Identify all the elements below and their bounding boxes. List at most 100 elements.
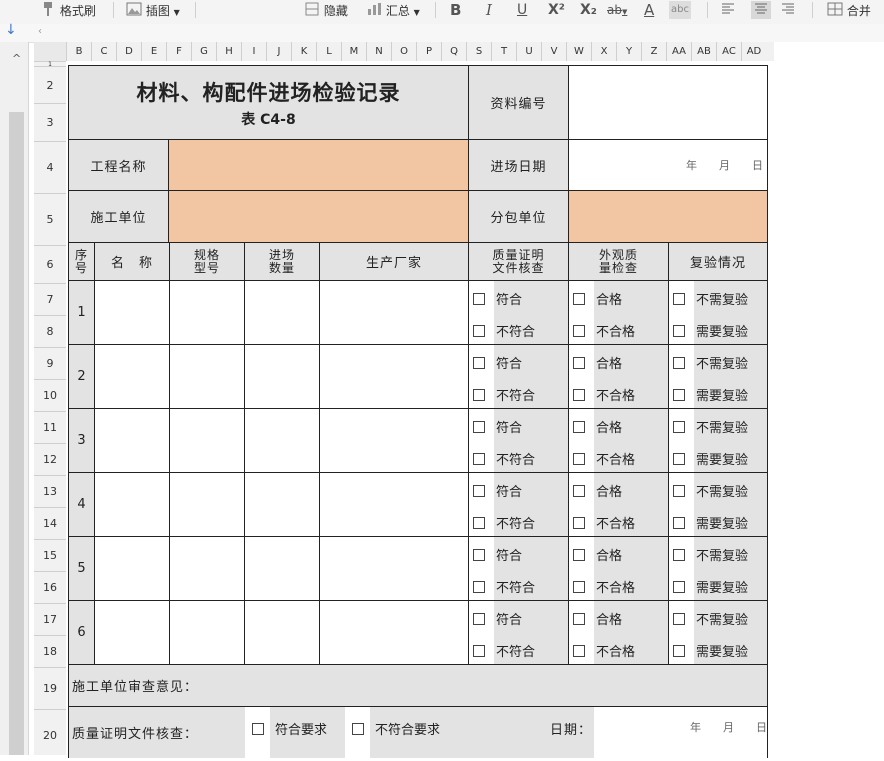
column-header[interactable]: J xyxy=(266,42,291,61)
retest-option[interactable]: 不需复验 xyxy=(673,417,748,436)
item-number[interactable]: 5 xyxy=(68,536,95,601)
checkbox[interactable] xyxy=(573,388,585,401)
appearance-option[interactable]: 合格 xyxy=(573,353,622,372)
row-header[interactable]: 11 xyxy=(34,411,66,443)
row-header[interactable]: 5 xyxy=(34,193,66,245)
appearance-option[interactable]: 合格 xyxy=(573,609,622,628)
item-qty-cell[interactable] xyxy=(244,408,320,473)
column-header[interactable]: Z xyxy=(641,42,666,61)
item-name-cell[interactable] xyxy=(94,536,170,601)
item-spec-cell[interactable] xyxy=(169,600,245,665)
checkbox[interactable] xyxy=(673,644,685,657)
checkbox[interactable] xyxy=(573,484,585,497)
column-header[interactable]: E xyxy=(141,42,166,61)
retest-option[interactable]: 需要复验 xyxy=(673,321,748,340)
appearance-option[interactable]: 不合格 xyxy=(573,641,635,660)
quality-doc-option[interactable]: 符合 xyxy=(473,481,522,500)
item-maker-cell[interactable] xyxy=(319,472,469,537)
insert-picture-button[interactable]: 插图 ▼ xyxy=(126,1,180,19)
checkbox[interactable] xyxy=(473,388,485,401)
item-qty-cell[interactable] xyxy=(244,472,320,537)
item-spec-cell[interactable] xyxy=(169,536,245,601)
checkbox[interactable] xyxy=(473,324,485,337)
checkbox[interactable] xyxy=(573,548,585,561)
checkbox[interactable] xyxy=(673,580,685,593)
item-spec-cell[interactable] xyxy=(169,472,245,537)
retest-option[interactable]: 需要复验 xyxy=(673,513,748,532)
checkbox[interactable] xyxy=(473,452,485,465)
checkbox[interactable] xyxy=(573,356,585,369)
row-header[interactable]: 15 xyxy=(34,539,66,571)
constructor-label[interactable]: 施工单位 xyxy=(68,190,169,243)
item-spec-cell[interactable] xyxy=(169,344,245,409)
header-spec[interactable]: 规格型号 xyxy=(169,242,245,281)
item-name-cell[interactable] xyxy=(94,408,170,473)
font-color-button[interactable]: A xyxy=(644,1,654,19)
arrow-down-icon[interactable]: ↓ xyxy=(5,22,17,38)
item-name-cell[interactable] xyxy=(94,472,170,537)
align-right-button[interactable] xyxy=(781,1,795,19)
retest-option[interactable]: 不需复验 xyxy=(673,545,748,564)
column-header[interactable]: T xyxy=(491,42,516,61)
checkbox[interactable] xyxy=(573,452,585,465)
constructor-value[interactable] xyxy=(168,190,469,243)
align-center-button[interactable] xyxy=(751,1,771,19)
format-painter-button[interactable]: 格式刷 xyxy=(40,1,96,19)
checkbox[interactable] xyxy=(573,324,585,337)
checkbox[interactable] xyxy=(473,420,485,433)
checkbox[interactable] xyxy=(473,580,485,593)
row-header[interactable]: 18 xyxy=(34,635,66,667)
item-maker-cell[interactable] xyxy=(319,536,469,601)
appearance-option[interactable]: 不合格 xyxy=(573,577,635,596)
item-maker-cell[interactable] xyxy=(319,600,469,665)
item-qty-cell[interactable] xyxy=(244,344,320,409)
item-qty-cell[interactable] xyxy=(244,280,320,345)
subcontractor-label[interactable]: 分包单位 xyxy=(468,190,569,243)
row-header[interactable]: 6 xyxy=(34,245,66,283)
retest-option[interactable]: 需要复验 xyxy=(673,577,748,596)
quality-doc-option[interactable]: 不符合 xyxy=(473,513,535,532)
retest-option[interactable]: 需要复验 xyxy=(673,385,748,404)
entry-date-label[interactable]: 进场日期 xyxy=(468,139,569,191)
checkbox[interactable] xyxy=(352,722,364,735)
align-left-button[interactable] xyxy=(721,1,735,19)
italic-button[interactable]: I xyxy=(486,1,492,19)
quality-doc-option[interactable]: 不符合 xyxy=(473,641,535,660)
review-row[interactable]: 施工单位审查意见： xyxy=(68,664,768,707)
merge-button[interactable]: 合并 xyxy=(827,1,871,19)
appearance-option[interactable]: 不合格 xyxy=(573,385,635,404)
checkbox[interactable] xyxy=(573,292,585,305)
column-header[interactable]: AC xyxy=(716,42,741,61)
column-header[interactable]: I xyxy=(241,42,266,61)
quality-doc-option[interactable]: 符合 xyxy=(473,289,522,308)
item-spec-cell[interactable] xyxy=(169,280,245,345)
item-maker-cell[interactable] xyxy=(319,344,469,409)
column-header[interactable]: D xyxy=(116,42,141,61)
subscript-button[interactable]: X₂ xyxy=(580,1,597,19)
row-header[interactable]: 4 xyxy=(34,141,66,193)
row-header[interactable]: 16 xyxy=(34,571,66,603)
checkbox[interactable] xyxy=(673,420,685,433)
item-spec-cell[interactable] xyxy=(169,408,245,473)
checkbox[interactable] xyxy=(573,420,585,433)
row-header[interactable]: 19 xyxy=(34,667,66,709)
superscript-button[interactable]: X² xyxy=(548,1,565,19)
column-header[interactable]: V xyxy=(541,42,566,61)
header-maker[interactable]: 生产厂家 xyxy=(319,242,469,281)
checkbox[interactable] xyxy=(673,452,685,465)
item-number[interactable]: 1 xyxy=(68,280,95,345)
column-header[interactable]: S xyxy=(466,42,491,61)
column-header[interactable]: C xyxy=(91,42,116,61)
quality-doc-option[interactable]: 不符合 xyxy=(473,577,535,596)
item-maker-cell[interactable] xyxy=(319,408,469,473)
select-all-corner[interactable] xyxy=(34,42,67,62)
item-name-cell[interactable] xyxy=(94,280,170,345)
row-header[interactable]: 2 xyxy=(34,66,66,103)
appearance-option[interactable]: 合格 xyxy=(573,481,622,500)
row-header[interactable]: 13 xyxy=(34,475,66,507)
checkbox[interactable] xyxy=(473,356,485,369)
column-header[interactable]: AB xyxy=(691,42,716,61)
column-header[interactable]: AD xyxy=(741,42,766,61)
quality-doc-option[interactable]: 不符合 xyxy=(473,449,535,468)
checkbox[interactable] xyxy=(473,292,485,305)
